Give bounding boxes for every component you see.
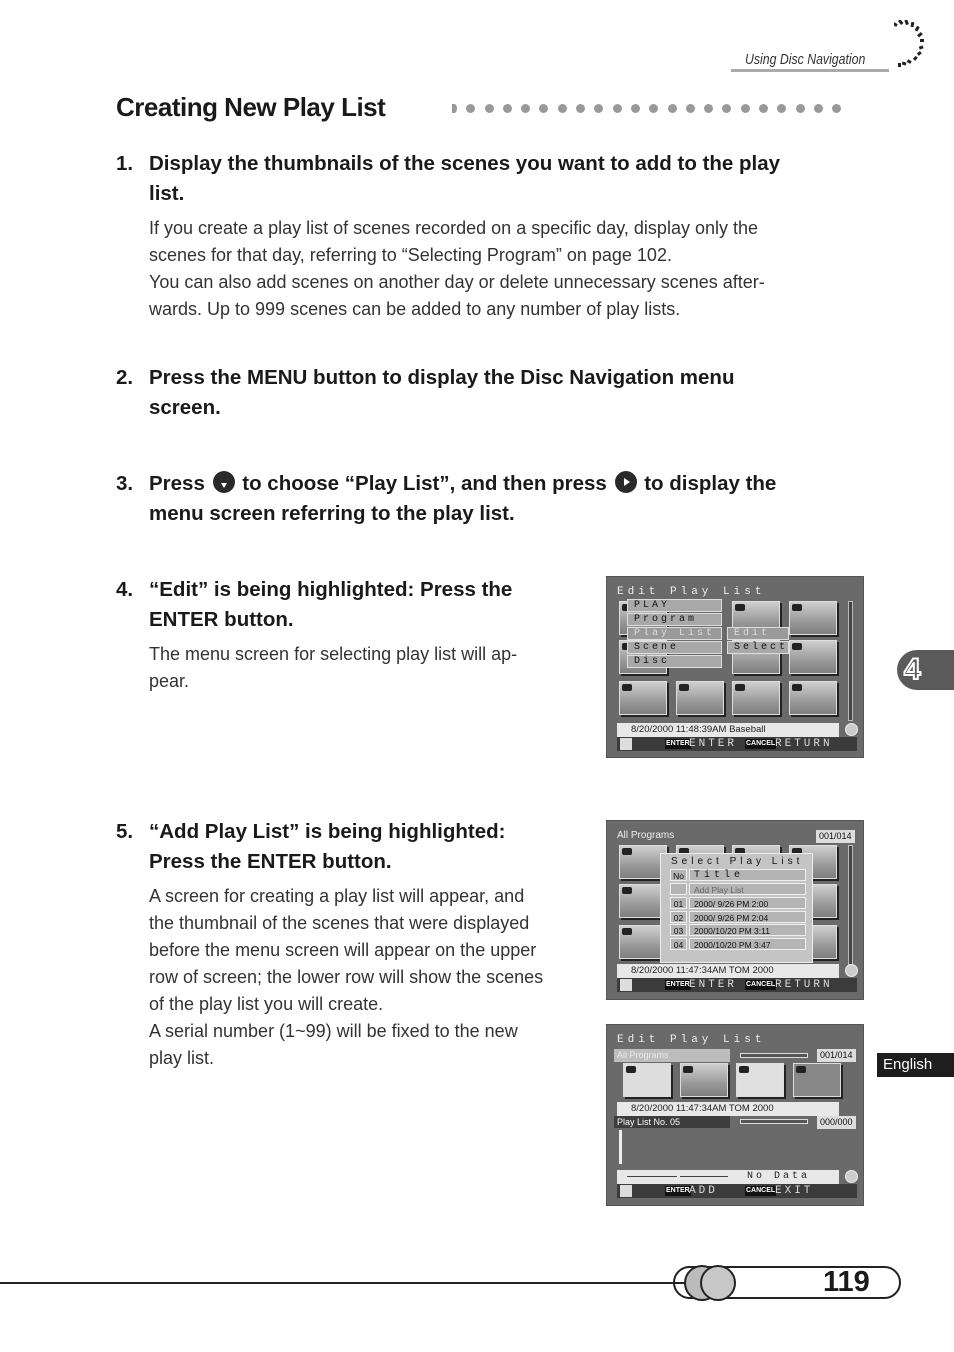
joystick-down-icon: [212, 471, 235, 493]
scrollbar[interactable]: [848, 845, 853, 965]
menu-item-program[interactable]: Program: [627, 613, 722, 626]
step-2-heading: 2. Press the MENU button to display the …: [116, 363, 734, 423]
cancel-label: RETURN: [775, 738, 833, 750]
dialog-header-row: No Title: [670, 869, 806, 881]
play-list-row[interactable]: 04 2000/10/20 PM 3:47: [670, 938, 806, 950]
select-play-list-dialog: Select Play List No Title Add Play List …: [660, 853, 813, 963]
enter-label: ENTER: [689, 979, 738, 991]
scene-thumbnail: [789, 601, 837, 635]
dpad-icon: [620, 1185, 632, 1197]
cancel-label: RETURN: [775, 979, 833, 991]
source-label: All Programs: [614, 1049, 730, 1062]
screen-title: All Programs: [617, 830, 675, 841]
chapter-number: 4: [903, 652, 922, 687]
play-list-counter: 000/000: [817, 1116, 856, 1129]
scene-thumbnail: [789, 640, 837, 674]
menu-item-play-list[interactable]: Play List: [627, 627, 722, 640]
cancel-key-icon: CANCEL: [745, 739, 777, 749]
cancel-key-icon: CANCEL: [745, 980, 777, 990]
enter-key-icon: ENTER: [665, 1186, 691, 1196]
step-number: 3.: [116, 472, 134, 495]
step-number: 1.: [116, 152, 134, 175]
scene-thumbnail: [736, 1063, 784, 1097]
exit-label: EXIT: [775, 1185, 814, 1197]
title-dot-leader: [452, 104, 842, 113]
source-counter: 001/014: [817, 1049, 856, 1062]
button-guide: ENTER ADD CANCEL EXIT: [617, 1184, 857, 1198]
submenu-item-select[interactable]: Select: [727, 641, 789, 654]
submenu-item-edit[interactable]: Edit: [727, 627, 789, 640]
play-list-row[interactable]: Add Play List: [670, 883, 806, 895]
disc-icon: [845, 964, 858, 977]
step-number: 4.: [116, 578, 134, 601]
screenshot-menu: Edit Play List PLAY Program Play List Sc…: [606, 576, 864, 758]
page-number: 119: [823, 1266, 870, 1298]
play-list-label: Play List No. 05: [614, 1116, 730, 1128]
footer-rule: [0, 1282, 690, 1284]
no-data-bar: No Data: [617, 1170, 839, 1184]
source-progress: [740, 1053, 808, 1058]
play-list-row[interactable]: 01 2000/ 9/26 PM 2:00: [670, 897, 806, 909]
play-list-progress: [740, 1119, 808, 1124]
scrollbar[interactable]: [848, 601, 853, 721]
step-5-heading: 5. “Add Play List” is being highlighted:…: [116, 817, 505, 877]
screen-title: Edit Play List: [617, 586, 766, 598]
play-list-row[interactable]: 02 2000/ 9/26 PM 2:04: [670, 911, 806, 923]
step-4-body: The menu screen for selecting play list …: [149, 644, 518, 691]
scene-thumbnail: [732, 681, 780, 715]
dpad-icon: [620, 738, 632, 750]
add-label: ADD: [689, 1185, 718, 1197]
step-5-body: A screen for creating a play list will a…: [149, 886, 544, 1068]
scene-thumbnail: [793, 1063, 841, 1097]
dotted-arc-icon: [894, 20, 924, 67]
menu-item-disc[interactable]: Disc: [627, 655, 722, 668]
scene-thumbnail: [623, 1063, 671, 1097]
screen-title: Edit Play List: [617, 1034, 766, 1046]
disc-icon: [845, 1170, 858, 1183]
dpad-icon: [620, 979, 632, 991]
program-counter: 001/014: [816, 830, 855, 843]
step-4-heading: 4. “Edit” is being highlighted: Press th…: [116, 575, 512, 635]
button-guide: ENTER ENTER CANCEL RETURN: [617, 737, 857, 751]
step-number: 5.: [116, 820, 134, 843]
scene-thumbnail: [680, 1063, 728, 1097]
status-bar: 8/20/2000 11:47:34AM TOM 2000: [617, 1102, 839, 1116]
step-number: 2.: [116, 366, 134, 389]
enter-label: ENTER: [689, 738, 738, 750]
insert-cursor: [619, 1130, 622, 1164]
decorative-circle: [700, 1265, 736, 1301]
cancel-key-icon: CANCEL: [745, 1186, 777, 1196]
language-tab: English: [877, 1053, 954, 1077]
scene-thumbnail: [619, 681, 667, 715]
step-3-heading: 3. Press to choose “Play List”, and then…: [116, 469, 776, 529]
page-title: Creating New Play List: [116, 92, 386, 122]
chapter-tab: 4: [897, 650, 954, 690]
step-1-body: If you create a play list of scenes reco…: [149, 218, 765, 319]
scene-thumbnail: [676, 681, 724, 715]
status-bar: 8/20/2000 11:47:34AM TOM 2000: [617, 964, 839, 978]
section-header: Using Disc Navigation: [745, 51, 866, 68]
enter-key-icon: ENTER: [665, 980, 691, 990]
screenshot-create-play-list: Edit Play List All Programs 001/014 8/20…: [606, 1024, 864, 1206]
enter-key-icon: ENTER: [665, 739, 691, 749]
play-list-row[interactable]: 03 2000/10/20 PM 3:11: [670, 924, 806, 936]
scene-thumbnail: [789, 681, 837, 715]
header-underline: [731, 69, 889, 72]
disc-icon: [845, 723, 858, 736]
dialog-title: Select Play List: [671, 856, 804, 867]
button-guide: ENTER ENTER CANCEL RETURN: [617, 978, 857, 992]
step-1-heading: 1. Display the thumbnails of the scenes …: [116, 149, 780, 209]
menu-item-play[interactable]: PLAY: [627, 599, 722, 612]
status-bar: 8/20/2000 11:48:39AM Baseball: [617, 723, 839, 737]
menu-item-scene[interactable]: Scene: [627, 641, 722, 654]
joystick-right-icon: [614, 471, 637, 493]
